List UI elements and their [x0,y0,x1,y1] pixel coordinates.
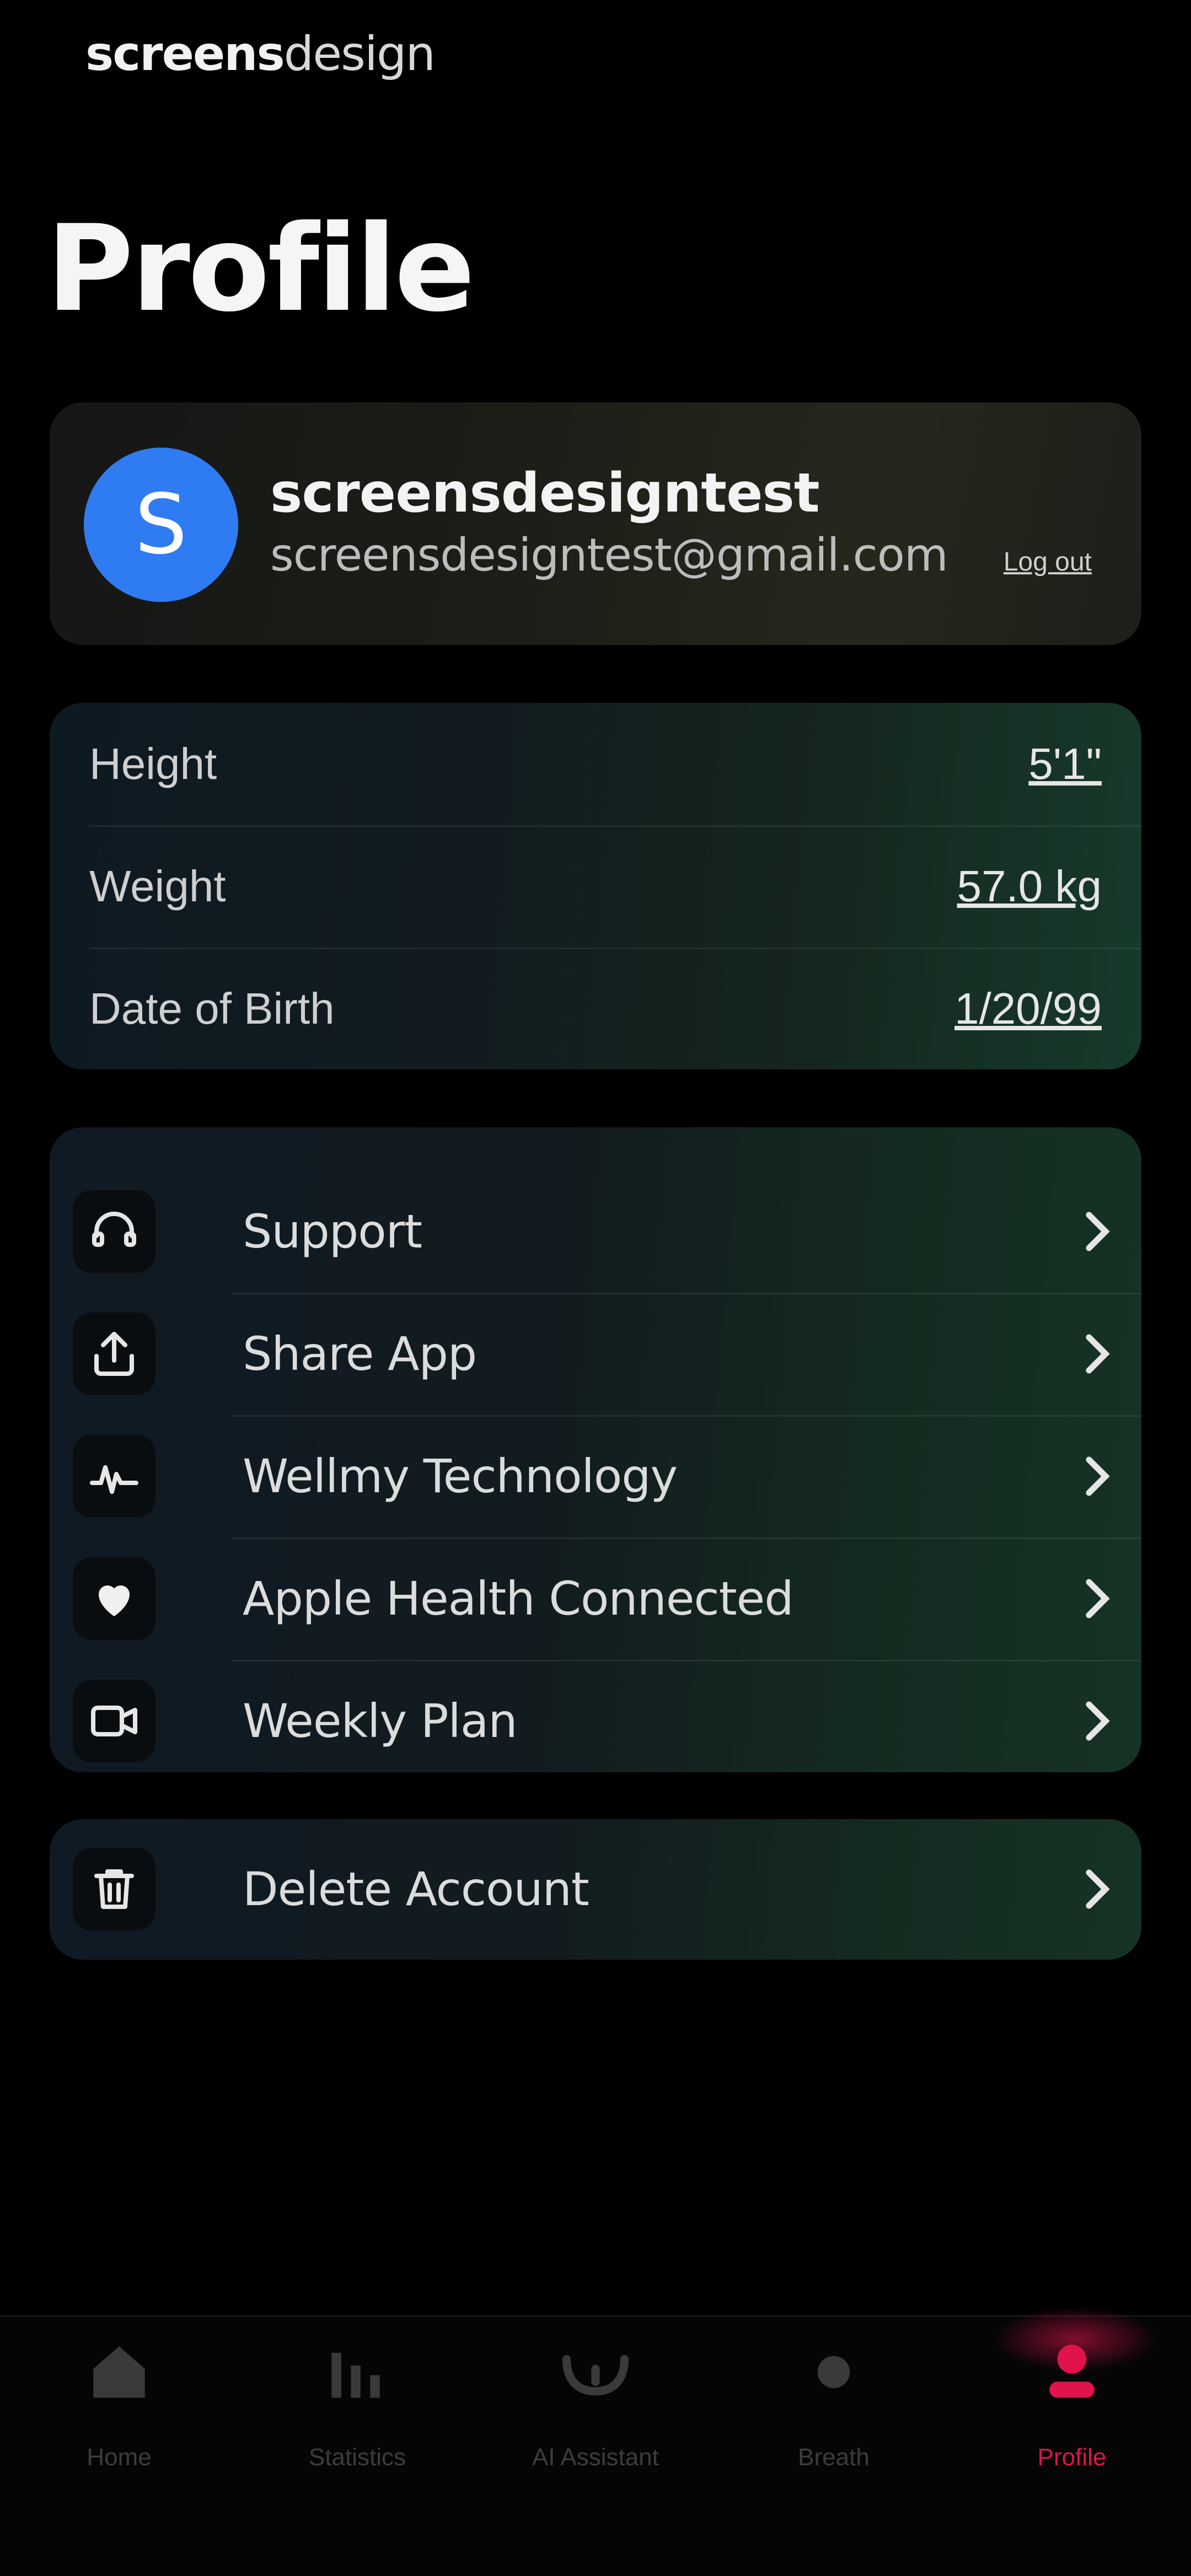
menu-item-wellmy-technology[interactable]: Wellmy Technology [50,1415,1141,1537]
heart-icon [73,1557,155,1640]
metric-row-weight[interactable]: Weight 57.0 kg [89,825,1102,948]
menu-item-label: Apple Health Connected [243,1572,794,1626]
logout-link[interactable]: Log out [1004,547,1092,577]
profile-name: screensdesigntest [270,462,820,525]
chevron-right-icon [1086,1701,1110,1741]
tab-label: Breath [798,2444,870,2471]
tab-label: Home [87,2444,152,2471]
pulse-icon [73,1435,155,1518]
delete-account-card: Delete Account [50,1819,1141,1960]
settings-menu-card: Support Share App Wellmy Technology Appl… [50,1127,1141,1772]
tab-profile[interactable]: Profile [953,2317,1191,2499]
bottom-tab-bar: Home Statistics AI Assistant Breath Prof… [0,2306,1191,2576]
menu-item-label: Support [243,1204,422,1259]
body-metrics-card: Height 5'1" Weight 57.0 kg Date of Birth… [50,703,1141,1069]
chevron-right-icon [1086,1334,1110,1374]
chevron-right-icon [1086,1579,1110,1618]
metric-value[interactable]: 5'1" [1028,739,1102,789]
home-icon [93,2346,145,2398]
trash-icon [73,1848,155,1930]
page-title: Profile [46,200,475,338]
ai-icon [562,2355,629,2396]
tab-label: AI Assistant [532,2444,659,2471]
metric-label: Height [89,739,217,788]
profile-email: screensdesigntest@gmail.com [270,529,948,582]
bar-chart-icon [331,2353,380,2398]
tab-label: Profile [1037,2444,1107,2471]
tab-statistics[interactable]: Statistics [238,2317,476,2499]
tab-breath[interactable]: Breath [715,2317,953,2499]
breath-icon [817,2355,850,2389]
menu-item-label: Wellmy Technology [243,1449,678,1503]
tab-home[interactable]: Home [0,2317,238,2499]
chevron-right-icon [1086,1869,1110,1909]
menu-item-label: Share App [243,1327,477,1381]
avatar[interactable]: S [84,448,238,602]
menu-item-share-app[interactable]: Share App [50,1293,1141,1415]
profile-icon [1049,2344,1095,2398]
tab-label: Statistics [308,2444,406,2471]
metric-value[interactable]: 1/20/99 [954,983,1102,1034]
delete-account-button[interactable]: Delete Account [50,1828,1141,1950]
chevron-right-icon [1086,1212,1110,1251]
menu-item-weekly-plan[interactable]: Weekly Plan [50,1660,1141,1772]
metric-value[interactable]: 57.0 kg [957,861,1102,912]
metric-row-height[interactable]: Height 5'1" [89,703,1102,825]
tab-ai-assistant[interactable]: AI Assistant [476,2317,715,2499]
brand-bold-text: screens [85,26,285,82]
menu-item-apple-health[interactable]: Apple Health Connected [50,1537,1141,1660]
delete-account-label: Delete Account [243,1862,589,1916]
share-icon [73,1313,155,1395]
video-icon [73,1680,155,1762]
profile-card: S screensdesigntest screensdesigntest@gm… [50,402,1141,645]
headset-icon [73,1190,155,1273]
menu-item-label: Weekly Plan [243,1694,518,1748]
brand-light-text: design [283,26,436,82]
metric-row-date-of-birth[interactable]: Date of Birth 1/20/99 [89,948,1102,1069]
brand-logo: screensdesign [85,26,436,82]
chevron-right-icon [1086,1456,1110,1496]
metric-label: Date of Birth [89,984,335,1033]
menu-item-support[interactable]: Support [50,1170,1141,1293]
metric-label: Weight [89,862,226,911]
